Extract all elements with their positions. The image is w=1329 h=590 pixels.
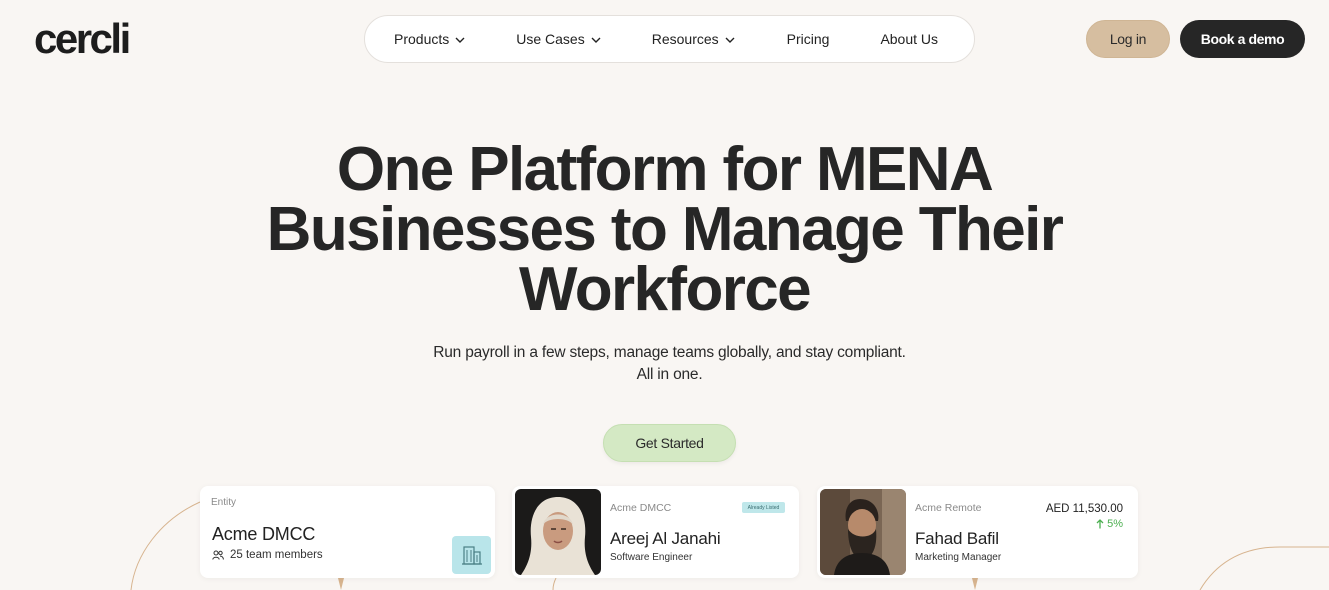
get-started-button[interactable]: Get Started (603, 424, 736, 462)
nav-products-label: Products (394, 31, 450, 47)
nav-about-us[interactable]: About Us (880, 31, 938, 47)
entity-label: Entity (211, 497, 237, 508)
book-demo-button[interactable]: Book a demo (1180, 20, 1305, 58)
entity-name: Acme DMCC (212, 524, 316, 544)
payroll-card: Acme Remote AED 11,530.00 5% Fahad Bafil… (817, 486, 1138, 578)
payroll-change-value: 5% (1107, 518, 1123, 530)
payroll-change: 5% (1096, 518, 1123, 530)
payroll-employee-name: Fahad Bafil (915, 529, 999, 548)
nav-pricing[interactable]: Pricing (787, 31, 830, 47)
chevron-down-icon (455, 37, 465, 43)
arrow-up-icon (1096, 519, 1104, 529)
login-button[interactable]: Log in (1086, 20, 1170, 58)
entity-team-count: 25 team members (230, 549, 323, 561)
chevron-down-icon (591, 37, 601, 43)
employee-photo (515, 489, 601, 575)
nav-resources-label: Resources (651, 31, 719, 47)
nav-resources[interactable]: Resources (652, 31, 735, 47)
entity-card: Entity Acme DMCC 25 team members (200, 486, 495, 578)
hero-title-line-1: One Platform for MENA (336, 135, 994, 204)
hero-subtitle: Run payroll in a few steps, manage teams… (0, 342, 1329, 386)
hero-title-line-2: Businesses to Manage Their (266, 195, 1064, 264)
employee-photo (820, 489, 906, 575)
nav-use-cases[interactable]: Use Cases (516, 31, 601, 47)
chevron-down-icon (725, 37, 735, 43)
building-icon (452, 536, 491, 574)
nav-pricing-label: Pricing (786, 31, 830, 47)
employee-name: Areej Al Janahi (610, 529, 721, 548)
payroll-company: Acme Remote (915, 502, 982, 514)
hero-title: One Platform for MENA Businesses to Mana… (0, 135, 1329, 324)
payroll-employee-role: Marketing Manager (915, 552, 1002, 563)
hero-subtitle-line-1: Run payroll in a few steps, manage teams… (433, 344, 906, 361)
cercli-logo[interactable]: cercli (34, 16, 131, 62)
entity-team: 25 team members (212, 549, 323, 561)
team-members-icon (212, 550, 224, 560)
status-badge: Already Listed (742, 502, 785, 513)
payroll-amount: AED 11,530.00 (1045, 503, 1123, 515)
employee-role: Software Engineer (610, 552, 693, 563)
main-nav: Products Use Cases Resources Pricing Abo… (364, 15, 975, 63)
employee-card: Acme DMCC Already Listed Areej Al Janahi… (512, 486, 799, 578)
nav-about-us-label: About Us (880, 31, 939, 47)
hero-subtitle-line-2: All in one. (636, 366, 703, 383)
nav-use-cases-label: Use Cases (516, 31, 585, 47)
employee-company: Acme DMCC (610, 502, 672, 514)
hero-title-line-3: Workforce (518, 255, 812, 324)
nav-products[interactable]: Products (394, 31, 465, 47)
